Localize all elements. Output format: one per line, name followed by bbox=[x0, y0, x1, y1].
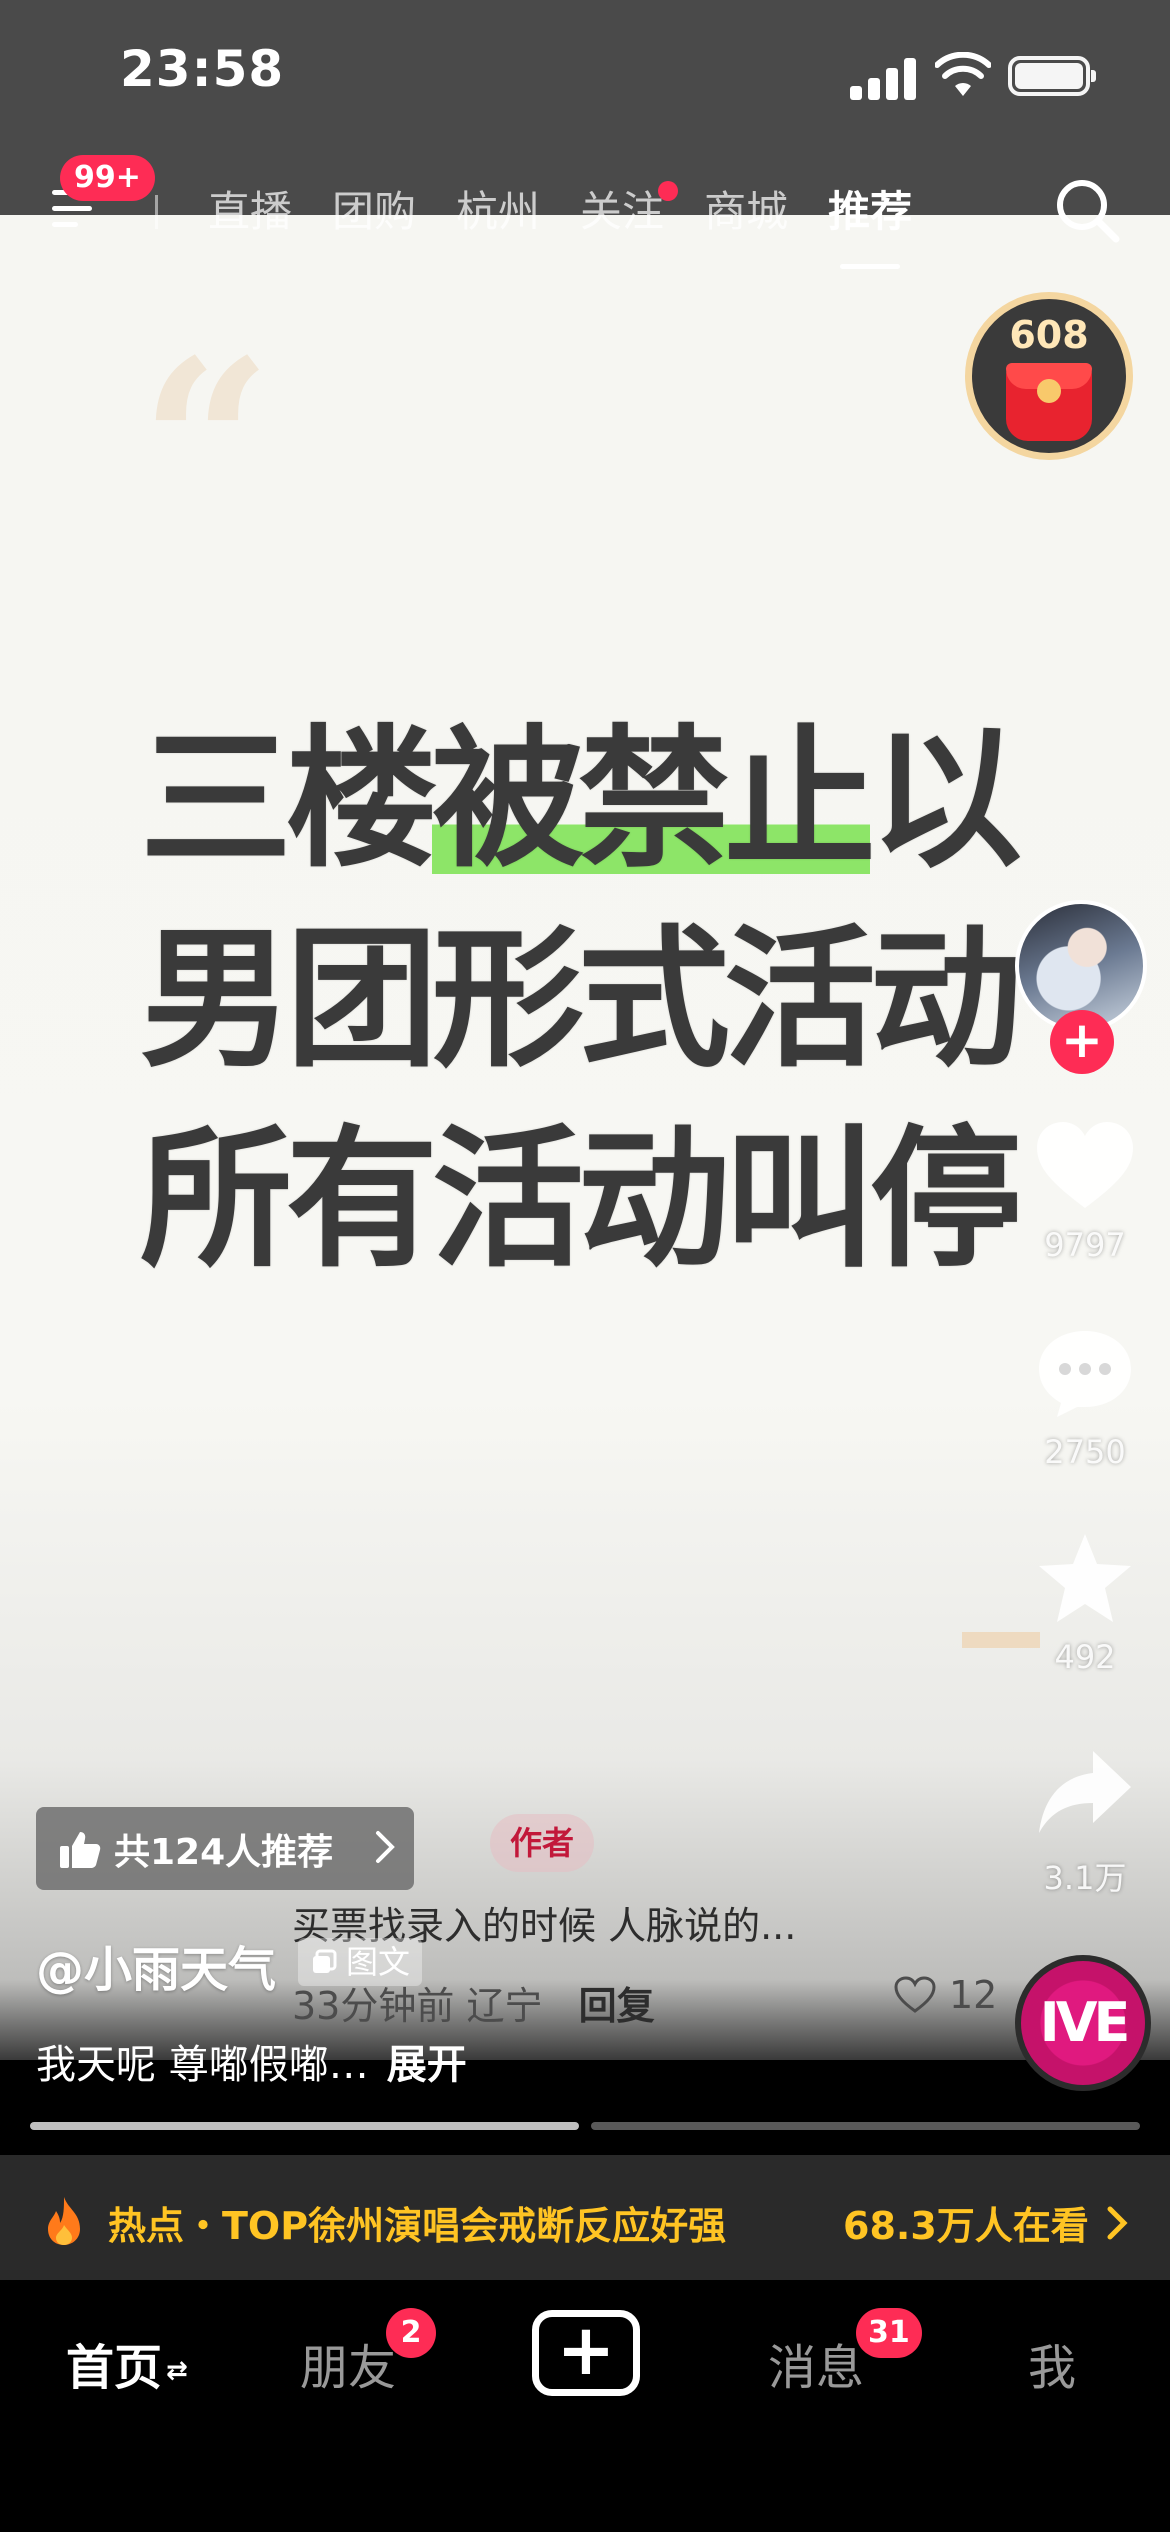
star-icon bbox=[1039, 1534, 1131, 1622]
comment-count: 2750 bbox=[1044, 1433, 1126, 1471]
messages-badge: 31 bbox=[856, 2308, 922, 2358]
headline-highlight: 被禁止 bbox=[432, 711, 876, 888]
flame-icon bbox=[48, 2197, 80, 2245]
switch-icon: ⇄ bbox=[166, 2356, 188, 2386]
like-button[interactable]: 9797 bbox=[1015, 1118, 1155, 1264]
progress-segment-remaining bbox=[591, 2122, 1140, 2130]
tab-friends[interactable]: 朋友 bbox=[300, 2328, 396, 2398]
share-arrow-icon bbox=[1039, 1751, 1131, 1833]
menu-badge: 99+ bbox=[60, 155, 155, 201]
post-headline: 三楼被禁止以 男团形式活动 所有活动叫停 bbox=[140, 700, 1022, 1300]
top-nav: 99+ 直播 团购 杭州 关注 商城 推荐 bbox=[0, 155, 1170, 269]
tab-following-label: 关注 bbox=[580, 187, 665, 236]
tab-home-label: 首页 bbox=[66, 2340, 163, 2396]
tab-home[interactable]: 首页 ⇄ bbox=[66, 2328, 188, 2398]
hot-topic-viewers: 68.3万人在看 bbox=[843, 2204, 1089, 2248]
headline-line-1: 三楼被禁止以 bbox=[140, 711, 1022, 888]
post-type-label: 图文 bbox=[346, 1943, 411, 1981]
tab-messages[interactable]: 消息 bbox=[768, 2328, 864, 2398]
favorite-count: 492 bbox=[1054, 1638, 1116, 1676]
tab-group-buy[interactable]: 团购 bbox=[332, 177, 416, 247]
quote-mark-decoration: “ bbox=[140, 310, 273, 580]
status-time: 23:58 bbox=[120, 40, 285, 98]
create-button[interactable]: + bbox=[532, 2310, 640, 2396]
tab-local-city[interactable]: 杭州 bbox=[456, 177, 540, 247]
hot-topic-text: 热点・TOP徐州演唱会戒断反应好强 bbox=[108, 2204, 727, 2248]
reply-button[interactable]: 回复 bbox=[579, 1984, 655, 2028]
share-count: 3.1万 bbox=[1043, 1859, 1127, 1897]
post-image[interactable]: “ 三楼被禁止以 男团形式活动 所有活动叫停 bbox=[0, 0, 1170, 2060]
friends-badge: 2 bbox=[386, 2308, 436, 2358]
comment-time: 33分钟前 bbox=[292, 1984, 455, 2028]
gallery-progress bbox=[30, 2122, 1140, 2130]
tab-following[interactable]: 关注 bbox=[580, 177, 679, 247]
wifi-icon bbox=[935, 52, 991, 96]
comment-bubble-icon bbox=[1039, 1331, 1131, 1417]
red-packet-icon bbox=[1006, 363, 1092, 441]
comment-location: 辽宁 bbox=[466, 1984, 543, 2028]
chevron-right-icon bbox=[376, 1831, 395, 1863]
tab-mall[interactable]: 商城 bbox=[704, 177, 788, 247]
author-tag: 作者 bbox=[490, 1814, 595, 1872]
red-packet-widget[interactable]: 608 bbox=[965, 292, 1133, 460]
follow-button[interactable]: + bbox=[1050, 1010, 1114, 1074]
headline-line-3: 所有活动叫停 bbox=[140, 1111, 1022, 1288]
signal-icon bbox=[850, 58, 920, 100]
heart-outline-icon bbox=[894, 1976, 936, 2013]
battery-icon bbox=[1008, 56, 1096, 96]
status-bar: 23:58 bbox=[0, 0, 1170, 150]
music-disc[interactable]: IVE bbox=[1015, 1955, 1151, 2091]
comment-like-button[interactable]: 12 bbox=[893, 1973, 997, 2017]
progress-segment-viewed bbox=[30, 2122, 579, 2130]
like-count: 9797 bbox=[1044, 1226, 1126, 1264]
heart-icon bbox=[1037, 1122, 1133, 1208]
post-caption: 我天呢 尊嘟假嘟… 展开 bbox=[36, 2032, 467, 2090]
tab-recommend[interactable]: 推荐 bbox=[828, 177, 912, 269]
nav-divider bbox=[155, 195, 158, 229]
recommend-chip[interactable]: 共124人推荐 bbox=[36, 1807, 414, 1890]
favorite-button[interactable]: 492 bbox=[1015, 1530, 1155, 1676]
tab-live[interactable]: 直播 bbox=[208, 177, 292, 247]
tab-me[interactable]: 我 bbox=[1028, 2328, 1076, 2398]
share-button[interactable]: 3.1万 bbox=[1015, 1745, 1155, 1899]
recommend-count-label: 共124人推荐 bbox=[114, 1831, 334, 1873]
expand-caption-button[interactable]: 展开 bbox=[387, 2042, 467, 2088]
bottom-tab-bar: 首页 ⇄ 朋友 2 + 消息 31 我 bbox=[0, 2280, 1170, 2532]
hot-topic-bar[interactable]: 热点・TOP徐州演唱会戒断反应好强 68.3万人在看 bbox=[0, 2155, 1170, 2280]
headline-line-2: 男团形式活动 bbox=[140, 911, 1022, 1088]
nav-tabs: 直播 团购 杭州 关注 商城 推荐 bbox=[208, 177, 952, 269]
comment-like-count: 12 bbox=[949, 1973, 998, 2017]
following-red-dot bbox=[658, 181, 679, 201]
author-username[interactable]: @小雨天气 bbox=[36, 1930, 276, 2000]
post-type-badge: 图文 bbox=[298, 1938, 423, 1986]
gallery-icon bbox=[313, 1949, 337, 1973]
comment-button[interactable]: 2750 bbox=[1015, 1325, 1155, 1471]
chevron-right-icon bbox=[1107, 2206, 1128, 2240]
search-icon[interactable] bbox=[1052, 175, 1122, 245]
caption-text: 我天呢 尊嘟假嘟… bbox=[36, 2042, 369, 2088]
thumbs-up-icon bbox=[60, 1831, 101, 1868]
red-packet-count: 608 bbox=[1009, 313, 1089, 357]
